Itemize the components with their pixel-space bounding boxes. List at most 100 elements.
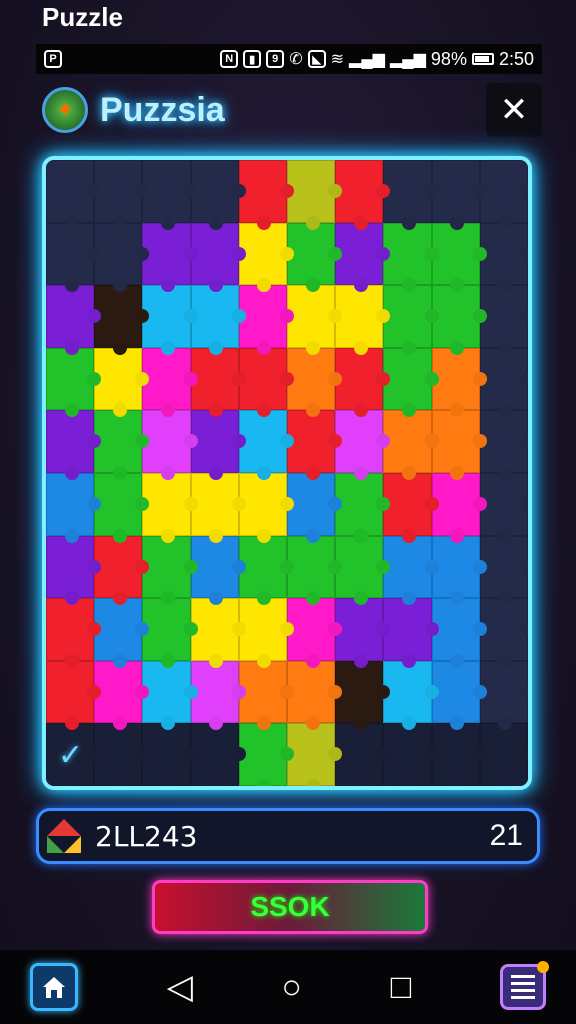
- puzzle-piece[interactable]: [383, 535, 432, 599]
- puzzle-piece[interactable]: [142, 472, 191, 536]
- puzzle-piece[interactable]: [431, 660, 480, 724]
- puzzle-piece[interactable]: [383, 598, 432, 661]
- puzzle-piece[interactable]: [94, 535, 143, 599]
- puzzle-piece[interactable]: [479, 472, 528, 536]
- puzzle-piece[interactable]: [190, 660, 239, 724]
- puzzle-piece[interactable]: [190, 222, 239, 286]
- puzzle-piece[interactable]: [335, 723, 384, 786]
- puzzle-piece[interactable]: [94, 222, 143, 286]
- puzzle-piece[interactable]: [431, 535, 480, 599]
- puzzle-piece[interactable]: [431, 410, 480, 473]
- puzzle-piece[interactable]: [431, 598, 480, 661]
- puzzle-piece[interactable]: [287, 472, 336, 536]
- puzzle-piece[interactable]: [142, 347, 191, 411]
- recents-icon[interactable]: □: [391, 968, 412, 1007]
- puzzle-piece[interactable]: [238, 723, 287, 786]
- puzzle-piece[interactable]: [335, 347, 384, 411]
- puzzle-piece[interactable]: [238, 472, 287, 536]
- puzzle-piece[interactable]: [46, 598, 95, 661]
- puzzle-piece[interactable]: [431, 347, 480, 411]
- puzzle-piece[interactable]: [46, 410, 95, 473]
- puzzle-piece[interactable]: [479, 285, 528, 348]
- puzzle-piece[interactable]: [335, 472, 384, 536]
- puzzle-piece[interactable]: [142, 222, 191, 286]
- puzzle-piece[interactable]: [190, 160, 239, 223]
- puzzle-piece[interactable]: [431, 723, 480, 786]
- puzzle-piece[interactable]: [431, 160, 480, 223]
- puzzle-piece[interactable]: [335, 598, 384, 661]
- puzzle-piece[interactable]: [142, 598, 191, 661]
- close-button[interactable]: ✕: [486, 83, 542, 137]
- puzzle-piece[interactable]: [142, 160, 191, 223]
- puzzle-piece[interactable]: [46, 285, 95, 348]
- puzzle-piece[interactable]: [383, 285, 432, 348]
- puzzle-piece[interactable]: [479, 535, 528, 599]
- puzzle-piece[interactable]: [238, 160, 287, 223]
- puzzle-piece[interactable]: [335, 410, 384, 473]
- puzzle-piece[interactable]: [383, 347, 432, 411]
- puzzle-piece[interactable]: [335, 285, 384, 348]
- puzzle-piece[interactable]: [479, 660, 528, 724]
- puzzle-piece[interactable]: [238, 660, 287, 724]
- puzzle-piece[interactable]: [46, 160, 95, 223]
- puzzle-piece[interactable]: [238, 410, 287, 473]
- puzzle-piece[interactable]: [335, 160, 384, 223]
- puzzle-piece[interactable]: [142, 660, 191, 724]
- puzzle-piece[interactable]: [190, 535, 239, 599]
- puzzle-piece[interactable]: [479, 723, 528, 786]
- puzzle-piece[interactable]: [94, 160, 143, 223]
- puzzle-board[interactable]: [46, 160, 528, 786]
- home-app-button[interactable]: [30, 963, 78, 1011]
- puzzle-piece[interactable]: [238, 347, 287, 411]
- puzzle-piece[interactable]: [46, 347, 95, 411]
- home-icon[interactable]: ○: [282, 968, 303, 1007]
- menu-button[interactable]: [500, 961, 549, 1010]
- puzzle-piece[interactable]: [287, 160, 336, 223]
- puzzle-piece[interactable]: [94, 472, 143, 536]
- puzzle-piece[interactable]: [46, 222, 95, 286]
- puzzle-piece[interactable]: [94, 347, 143, 411]
- puzzle-piece[interactable]: [190, 723, 239, 786]
- puzzle-piece[interactable]: [94, 660, 143, 724]
- puzzle-piece[interactable]: [142, 410, 191, 473]
- puzzle-piece[interactable]: [383, 410, 432, 473]
- puzzle-piece[interactable]: [479, 410, 528, 473]
- puzzle-piece[interactable]: [94, 285, 143, 348]
- puzzle-piece[interactable]: [46, 472, 95, 536]
- puzzle-piece[interactable]: [94, 598, 143, 661]
- puzzle-piece[interactable]: [94, 723, 143, 786]
- puzzle-piece[interactable]: [335, 535, 384, 599]
- puzzle-piece[interactable]: [46, 535, 95, 599]
- puzzle-piece[interactable]: [383, 222, 432, 286]
- puzzle-piece[interactable]: [479, 160, 528, 223]
- puzzle-piece[interactable]: [431, 222, 480, 286]
- puzzle-piece[interactable]: [142, 285, 191, 348]
- puzzle-piece[interactable]: [287, 598, 336, 661]
- puzzle-piece[interactable]: [479, 598, 528, 661]
- puzzle-piece[interactable]: [190, 598, 239, 661]
- puzzle-piece[interactable]: [190, 410, 239, 473]
- puzzle-piece[interactable]: [142, 723, 191, 786]
- puzzle-piece[interactable]: [238, 598, 287, 661]
- puzzle-piece[interactable]: [46, 660, 95, 724]
- puzzle-piece[interactable]: [238, 285, 287, 348]
- puzzle-piece[interactable]: [383, 472, 432, 536]
- puzzle-piece[interactable]: [335, 222, 384, 286]
- puzzle-piece[interactable]: [190, 285, 239, 348]
- puzzle-piece[interactable]: [238, 535, 287, 599]
- back-icon[interactable]: ◁: [167, 967, 193, 1007]
- puzzle-piece[interactable]: [431, 285, 480, 348]
- puzzle-piece[interactable]: [238, 222, 287, 286]
- puzzle-piece[interactable]: [287, 222, 336, 286]
- puzzle-piece[interactable]: [479, 347, 528, 411]
- puzzle-piece[interactable]: [287, 285, 336, 348]
- puzzle-piece[interactable]: [190, 472, 239, 536]
- puzzle-piece[interactable]: [142, 535, 191, 599]
- puzzle-piece[interactable]: [287, 723, 336, 786]
- puzzle-piece[interactable]: [287, 660, 336, 724]
- puzzle-piece[interactable]: [287, 347, 336, 411]
- puzzle-piece[interactable]: [190, 347, 239, 411]
- puzzle-piece[interactable]: [287, 410, 336, 473]
- puzzle-piece[interactable]: [383, 660, 432, 724]
- puzzle-piece[interactable]: [335, 660, 384, 724]
